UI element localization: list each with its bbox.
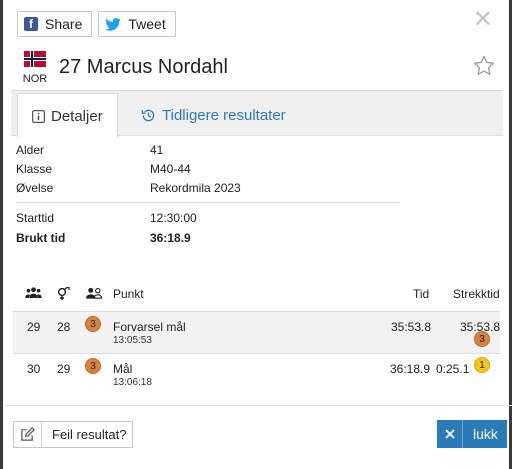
tab-details-label: Detaljer (51, 107, 103, 125)
header-punkt: Punkt (113, 287, 144, 301)
tab-previous-results[interactable]: Tidligere resultater (127, 93, 300, 138)
athlete-header: NOR 27 Marcus Nordahl (22, 51, 228, 85)
detail-value: Rekordmila 2023 (150, 181, 241, 195)
facebook-share-button[interactable]: f Share (17, 11, 93, 37)
twitter-icon (105, 17, 122, 31)
twitter-share-button[interactable]: Tweet (98, 11, 176, 37)
country-code: NOR (22, 73, 48, 85)
info-icon (32, 109, 45, 123)
clock-time: 13:05:53 (113, 335, 152, 346)
detail-value: 12:30:00 (150, 211, 197, 225)
table-row: 30 29 3 Mål 13:06:18 36:18.9 0:25.1 1 (13, 353, 500, 395)
gender-place: 29 (57, 362, 71, 376)
clock-time: 13:06:18 (113, 377, 152, 388)
class-place-badge: 3 (85, 316, 101, 332)
header-strekktid: Strekktid (453, 287, 500, 301)
class-icon (86, 287, 103, 302)
close-icon[interactable]: ✕ (473, 8, 493, 32)
favorite-star-icon[interactable] (473, 55, 495, 81)
punkt-name: Forvarsel mål (113, 320, 186, 334)
detail-label: Klasse (16, 162, 53, 176)
gender-icon (56, 285, 72, 304)
strekktid-value: 0:25.1 (436, 362, 470, 376)
group-icon (25, 287, 42, 301)
detail-label: Øvelse (16, 181, 54, 195)
close-icon (437, 420, 463, 448)
country: NOR (22, 51, 48, 85)
strekk-place-badge: 3 (474, 331, 490, 347)
detail-label: Alder (16, 143, 45, 157)
tid-value: 36:18.9 (390, 362, 431, 376)
overall-place: 30 (27, 362, 41, 376)
twitter-share-label: Tweet (128, 16, 166, 32)
class-place-badge: 3 (85, 358, 101, 374)
facebook-share-label: Share (45, 16, 83, 32)
facebook-icon: f (24, 17, 38, 31)
strekk-place-badge: 1 (474, 357, 490, 373)
tab-details[interactable]: Detaljer (17, 93, 118, 138)
detail-value: 36:18.9 (150, 231, 191, 245)
details-divider (16, 202, 400, 203)
table-row: 29 28 3 Forvarsel mål 13:05:53 35:53.8 3… (13, 311, 500, 353)
athlete-name: 27 Marcus Nordahl (59, 55, 228, 78)
norway-flag-icon (24, 51, 46, 67)
report-wrong-result-button[interactable]: Feil resultat? (13, 421, 133, 448)
edit-icon (14, 422, 42, 447)
tid-value: 35:53.8 (391, 320, 432, 334)
header-tid: Tid (413, 287, 430, 301)
detail-value: 41 (150, 143, 164, 157)
tab-bar: Detaljer Tidligere resultater (11, 90, 503, 138)
athlete-modal: f Share Tweet ✕ NOR 27 Marcus Nordahl De… (3, 0, 512, 469)
history-icon (141, 108, 156, 123)
tab-previous-results-label: Tidligere resultater (162, 107, 286, 124)
detail-label: Starttid (16, 211, 55, 225)
overall-place: 29 (27, 320, 41, 334)
gender-place: 28 (57, 320, 71, 334)
share-buttons: f Share Tweet (17, 11, 176, 37)
footer-divider (6, 405, 512, 406)
results-table-header: Punkt Tid Strekktid (16, 285, 500, 307)
punkt-name: Mål (113, 362, 133, 376)
detail-value: M40-44 (150, 162, 191, 176)
report-wrong-result-label: Feil resultat? (52, 427, 127, 442)
detail-label: Brukt tid (16, 231, 66, 245)
close-button-label: lukk (473, 426, 498, 442)
close-button[interactable]: lukk (437, 420, 507, 448)
